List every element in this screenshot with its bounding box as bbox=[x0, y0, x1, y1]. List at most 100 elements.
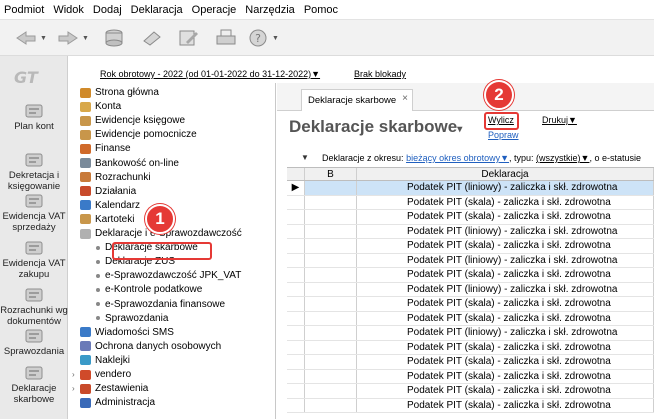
tree-item[interactable]: › vendero bbox=[72, 367, 131, 382]
tree-item[interactable]: Rozrachunki bbox=[72, 170, 151, 185]
row-declaration-cell: Podatek PIT (liniowy) - zaliczka i skł. … bbox=[357, 253, 654, 267]
table-row[interactable]: Podatek PIT (skala) - zaliczka i skł. zd… bbox=[287, 355, 654, 370]
tree-item[interactable]: Naklejki bbox=[72, 353, 130, 368]
menu-item-4[interactable]: Operacje bbox=[192, 4, 237, 16]
drukuj-button[interactable]: Drukuj▼ bbox=[542, 115, 577, 125]
close-icon[interactable]: × bbox=[402, 93, 408, 104]
declarations-grid: B Deklaracja ▶ Podatek PIT (liniowy) - za… bbox=[287, 167, 654, 413]
tree-item[interactable]: Administracja bbox=[72, 395, 155, 410]
books-icon bbox=[23, 103, 45, 119]
row-declaration-cell: Podatek PIT (skala) - zaliczka i skł. zd… bbox=[357, 398, 654, 412]
tree-item[interactable]: Bankowość on-line bbox=[72, 156, 179, 171]
tab-bar: Deklaracje skarbowe × bbox=[277, 83, 654, 111]
menu-item-0[interactable]: Podmiot bbox=[4, 4, 44, 16]
left-nav-item-1[interactable]: Dekretacja i księgowanie bbox=[0, 152, 68, 192]
table-row[interactable]: Podatek PIT (liniowy) - zaliczka i skł. … bbox=[287, 326, 654, 341]
table-row[interactable]: Podatek PIT (skala) - zaliczka i skł. zd… bbox=[287, 340, 654, 355]
tree-caret-icon[interactable]: › bbox=[72, 384, 80, 393]
grid-header: B Deklaracja bbox=[287, 167, 654, 181]
tree-item-label: Sprawozdania bbox=[105, 312, 169, 324]
popraw-button[interactable]: Popraw bbox=[488, 130, 519, 140]
tab-deklaracje-skarbowe[interactable]: Deklaracje skarbowe × bbox=[301, 89, 413, 111]
table-row[interactable]: Podatek PIT (skala) - zaliczka i skł. zd… bbox=[287, 210, 654, 225]
table-row[interactable]: Podatek PIT (skala) - zaliczka i skł. zd… bbox=[287, 369, 654, 384]
tree-item-label: Ewidencje pomocnicze bbox=[95, 129, 197, 141]
tree-item[interactable]: Kalendarz bbox=[72, 198, 140, 213]
help-icon[interactable]: ? bbox=[244, 26, 272, 50]
left-nav-item-2[interactable]: Ewidencja VAT sprzedaży bbox=[0, 193, 68, 233]
grid-header-deklaracja[interactable]: Deklaracja bbox=[357, 168, 654, 180]
menu-item-2[interactable]: Dodaj bbox=[93, 4, 122, 16]
forward-icon[interactable] bbox=[54, 26, 82, 50]
help-dropdown-icon[interactable]: ▼ bbox=[272, 35, 279, 42]
table-row[interactable]: Podatek PIT (liniowy) - zaliczka i skł. … bbox=[287, 224, 654, 239]
tree-item[interactable]: Sprawozdania bbox=[96, 311, 168, 326]
forward-dropdown-icon[interactable]: ▼ bbox=[82, 35, 89, 42]
fiscal-year-selector[interactable]: Rok obrotowy - 2022 (od 01-01-2022 do 31… bbox=[100, 69, 320, 79]
left-nav-item-3[interactable]: Ewidencja VAT zakupu bbox=[0, 240, 68, 280]
filter-type-dropdown[interactable]: (wszystkie)▼ bbox=[536, 153, 589, 163]
tree-item[interactable]: Finanse bbox=[72, 141, 131, 156]
row-marker bbox=[287, 210, 305, 224]
left-nav-item-0[interactable]: Plan kont bbox=[0, 103, 68, 132]
tree-item[interactable]: e-Sprawozdania finansowe bbox=[96, 297, 225, 312]
printer-icon[interactable] bbox=[212, 26, 240, 50]
filter-period-dropdown[interactable]: bieżący okres obrotowy▼ bbox=[406, 153, 509, 163]
tree-item[interactable]: e-Sprawozdawczość JPK_VAT bbox=[96, 268, 241, 283]
left-nav-label: Dekretacja i księgowanie bbox=[7, 170, 61, 192]
tree-item[interactable]: Ewidencje pomocnicze bbox=[72, 127, 197, 142]
edit-document-icon[interactable] bbox=[174, 26, 202, 50]
actions-icon bbox=[80, 186, 91, 197]
tree-item[interactable]: Ochrona danych osobowych bbox=[72, 339, 221, 354]
coins-icon[interactable] bbox=[100, 26, 128, 50]
menu-item-1[interactable]: Widok bbox=[53, 4, 84, 16]
row-declaration-cell: Podatek PIT (skala) - zaliczka i skł. zd… bbox=[357, 355, 654, 369]
menu-item-5[interactable]: Narzędzia bbox=[245, 4, 295, 16]
tree-item[interactable]: Konta bbox=[72, 99, 121, 114]
tree-item[interactable]: › Zestawienia bbox=[72, 381, 148, 396]
tree-item[interactable]: Strona główna bbox=[72, 85, 159, 100]
left-nav-label: Ewidencja VAT sprzedaży bbox=[2, 211, 66, 233]
settlement-icon bbox=[23, 287, 45, 303]
row-marker bbox=[287, 268, 305, 282]
tree-item[interactable]: Wiadomości SMS bbox=[72, 325, 174, 340]
back-icon[interactable] bbox=[12, 26, 40, 50]
row-marker bbox=[287, 355, 305, 369]
tree-item-label: Strona główna bbox=[95, 87, 159, 98]
table-row[interactable]: Podatek PIT (skala) - zaliczka i skł. zd… bbox=[287, 311, 654, 326]
tree-caret-icon[interactable]: › bbox=[72, 370, 80, 379]
table-row[interactable]: ▶ Podatek PIT (liniowy) - zaliczka i skł.… bbox=[287, 181, 654, 196]
table-row[interactable]: Podatek PIT (liniowy) - zaliczka i skł. … bbox=[287, 253, 654, 268]
row-declaration-cell: Podatek PIT (skala) - zaliczka i skł. zd… bbox=[357, 384, 654, 398]
row-declaration-cell: Podatek PIT (liniowy) - zaliczka i skł. … bbox=[357, 326, 654, 340]
table-row[interactable]: Podatek PIT (liniowy) - zaliczka i skł. … bbox=[287, 282, 654, 297]
menu-item-6[interactable]: Pomoc bbox=[304, 4, 338, 16]
table-row[interactable]: Podatek PIT (skala) - zaliczka i skł. zd… bbox=[287, 268, 654, 283]
grid-header-b[interactable]: B bbox=[305, 168, 357, 180]
tree-item[interactable]: Ewidencje księgowe bbox=[72, 113, 185, 128]
menu-bar: Podmiot Widok Dodaj Deklaracja Operacje Narzę… bbox=[0, 0, 654, 20]
table-row[interactable]: Podatek PIT (skala) - zaliczka i skł. zd… bbox=[287, 297, 654, 312]
menu-item-3[interactable]: Deklaracja bbox=[131, 4, 183, 16]
left-nav-item-5[interactable]: Sprawozdania bbox=[0, 328, 68, 357]
tree-item[interactable]: Kartoteki bbox=[72, 212, 134, 227]
page-title[interactable]: Deklaracje skarbowe▾ bbox=[289, 117, 462, 137]
row-marker bbox=[287, 398, 305, 412]
left-nav-item-6[interactable]: Deklaracje skarbowe bbox=[0, 365, 68, 405]
back-dropdown-icon[interactable]: ▼ bbox=[40, 35, 47, 42]
table-row[interactable]: Podatek PIT (skala) - zaliczka i skł. zd… bbox=[287, 195, 654, 210]
tree-item[interactable]: Działania bbox=[72, 184, 136, 199]
row-b-cell bbox=[305, 369, 357, 383]
tree-item[interactable]: e-Kontrole podatkowe bbox=[96, 282, 202, 297]
table-row[interactable]: Podatek PIT (skala) - zaliczka i skł. zd… bbox=[287, 384, 654, 399]
lock-status-link[interactable]: Brak blokady bbox=[354, 69, 406, 79]
tree-item-label: e-Sprawozdawczość JPK_VAT bbox=[105, 270, 242, 282]
table-row[interactable]: Podatek PIT (skala) - zaliczka i skł. zd… bbox=[287, 398, 654, 413]
annotation-badge-1: 1 bbox=[145, 204, 175, 234]
tree-item-label: Kartoteki bbox=[95, 213, 135, 225]
eraser-icon[interactable] bbox=[138, 26, 166, 50]
filter-toggle-icon[interactable]: ▼ bbox=[301, 153, 309, 162]
left-nav-item-4[interactable]: Rozrachunki wg dokumentów bbox=[0, 287, 68, 327]
left-nav-panel: GT Plan kont Dekretacja i księgowanie Ewid… bbox=[0, 56, 68, 419]
table-row[interactable]: Podatek PIT (skala) - zaliczka i skł. zd… bbox=[287, 239, 654, 254]
